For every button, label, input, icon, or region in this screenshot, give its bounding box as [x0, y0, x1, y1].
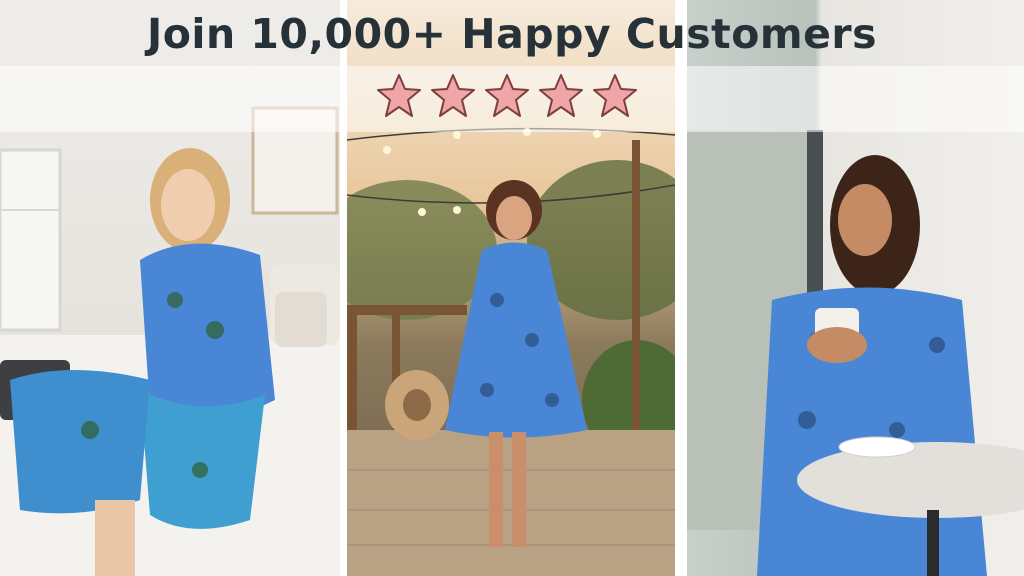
headline: Join 10,000+ Happy Customers	[146, 10, 878, 58]
photo-bedroom	[0, 0, 340, 576]
photo-top-fade	[0, 66, 340, 132]
star-icon	[539, 74, 583, 117]
star-icon	[377, 74, 421, 117]
photo-cafe	[687, 0, 1024, 576]
header-band: Join 10,000+ Happy Customers	[0, 0, 1024, 66]
rating-stars	[375, 72, 639, 120]
star-icon	[593, 74, 637, 117]
star-icon	[485, 74, 529, 117]
star-icon	[431, 74, 475, 117]
photo-top-fade	[687, 66, 1024, 132]
